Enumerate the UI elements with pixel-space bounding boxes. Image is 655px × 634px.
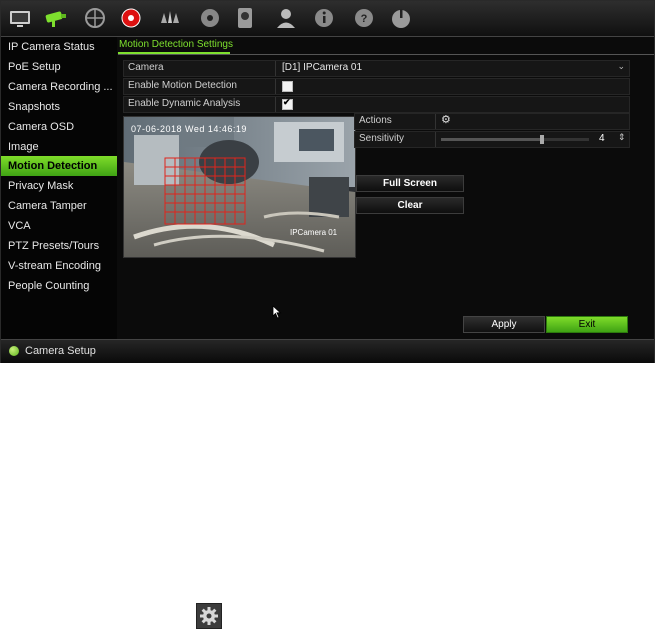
main-panel: Motion Detection Settings Camera [D1] IP… xyxy=(118,37,654,339)
gear-icon xyxy=(196,603,222,629)
sidebar-item-privacy-mask[interactable]: Privacy Mask xyxy=(1,176,117,196)
sidebar-item-people-counting[interactable]: People Counting xyxy=(1,276,117,296)
sidebar-item-camera-osd[interactable]: Camera OSD xyxy=(1,117,117,137)
clear-button[interactable]: Clear xyxy=(356,197,464,214)
tab-motion-detection-settings[interactable]: Motion Detection Settings xyxy=(119,39,233,50)
power-icon[interactable] xyxy=(388,5,414,31)
camera-icon[interactable] xyxy=(43,5,69,31)
actions-label: Actions xyxy=(359,115,392,126)
sensitivity-slider-handle[interactable] xyxy=(540,135,544,144)
sidebar-item-ip-camera-status[interactable]: IP Camera Status xyxy=(1,37,117,57)
row-divider xyxy=(435,132,436,147)
alarm-icon[interactable] xyxy=(157,5,183,31)
row-divider xyxy=(275,61,276,76)
camera-select[interactable]: [D1] IPCamera 01 xyxy=(282,62,362,73)
user-icon[interactable] xyxy=(273,5,299,31)
row-divider xyxy=(275,79,276,94)
hdd-icon[interactable] xyxy=(197,5,223,31)
monitor-icon[interactable] xyxy=(7,5,33,31)
sensitivity-slider-track[interactable] xyxy=(441,135,589,144)
row-divider xyxy=(275,97,276,112)
enable-motion-row: Enable Motion Detection xyxy=(123,78,630,95)
sensitivity-value[interactable]: 4 xyxy=(599,133,605,144)
sidebar-item-v-stream-encoding[interactable]: V-stream Encoding xyxy=(1,256,117,276)
record-icon[interactable] xyxy=(118,5,144,31)
enable-dynamic-label: Enable Dynamic Analysis xyxy=(128,98,241,109)
status-bar: Camera Setup xyxy=(1,339,654,363)
sidebar-item-camera-tamper[interactable]: Camera Tamper xyxy=(1,196,117,216)
enable-motion-label: Enable Motion Detection xyxy=(128,80,237,91)
chevron-down-icon[interactable]: ⌄ xyxy=(617,61,625,72)
enable-motion-checkbox[interactable] xyxy=(282,81,293,92)
help-icon[interactable]: ? xyxy=(351,5,377,31)
apply-button[interactable]: Apply xyxy=(463,316,545,333)
sidebar-item-camera-recording[interactable]: Camera Recording ... xyxy=(1,77,117,97)
sensitivity-label: Sensitivity xyxy=(359,133,405,144)
sidebar-item-vca[interactable]: VCA xyxy=(1,216,117,236)
enable-dynamic-row: Enable Dynamic Analysis ✔ xyxy=(123,96,630,113)
actions-row: Actions ⚙ xyxy=(354,113,630,130)
sidebar-item-motion-detection[interactable]: Motion Detection xyxy=(1,156,117,176)
camera-preview[interactable]: 07-06-2018 Wed 14:46:19 IPCamera 01 xyxy=(123,116,356,258)
sensitivity-row: Sensitivity 4 ⇕ xyxy=(354,131,630,148)
camera-row: Camera [D1] IPCamera 01 ⌄ xyxy=(123,60,630,77)
network-icon[interactable] xyxy=(82,5,108,31)
sidebar-item-snapshots[interactable]: Snapshots xyxy=(1,97,117,117)
sidebar: IP Camera Status PoE Setup Camera Record… xyxy=(1,37,117,339)
storage-icon[interactable] xyxy=(232,5,258,31)
row-divider xyxy=(435,114,436,129)
top-toolbar: ? xyxy=(1,1,654,37)
svg-text:?: ? xyxy=(361,13,368,25)
active-tab-underline xyxy=(118,52,230,54)
actions-gear-icon[interactable]: ⚙ xyxy=(441,113,451,126)
status-indicator-icon xyxy=(9,346,19,356)
enable-dynamic-checkbox[interactable]: ✔ xyxy=(282,97,293,110)
sensitivity-slider-fill xyxy=(441,138,541,141)
sidebar-item-image[interactable]: Image xyxy=(1,137,117,157)
full-screen-button[interactable]: Full Screen xyxy=(356,175,464,192)
exit-button[interactable]: Exit xyxy=(546,316,628,333)
sidebar-item-poe-setup[interactable]: PoE Setup xyxy=(1,57,117,77)
dvr-window: ? IP Camera Status PoE Setup Camera Reco… xyxy=(0,0,655,363)
sidebar-item-ptz-presets-tours[interactable]: PTZ Presets/Tours xyxy=(1,236,117,256)
checkmark-icon: ✔ xyxy=(283,97,291,107)
tab-bar: Motion Detection Settings xyxy=(118,37,654,55)
info-icon[interactable] xyxy=(311,5,337,31)
preview-camera-name: IPCamera 01 xyxy=(290,228,338,237)
status-text: Camera Setup xyxy=(25,345,96,357)
preview-timestamp: 07-06-2018 Wed 14:46:19 xyxy=(131,124,247,134)
mouse-cursor-icon xyxy=(272,305,282,319)
sensitivity-stepper-icon[interactable]: ⇕ xyxy=(618,132,626,143)
camera-label: Camera xyxy=(128,62,164,73)
